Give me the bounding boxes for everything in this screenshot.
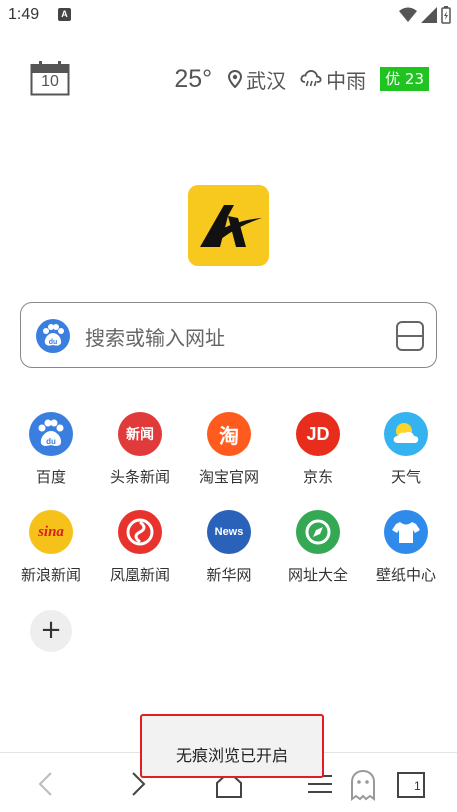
news-icon: 新闻: [118, 412, 162, 456]
shortcut-label: 淘宝官网: [198, 468, 259, 486]
condition-text: 中雨: [326, 68, 367, 93]
shortcut-label: 新浪新闻: [20, 566, 81, 584]
shortcut-xinhua[interactable]: News 新华网: [184, 510, 274, 585]
battery-icon: [441, 6, 451, 24]
baidu-glyph: du: [46, 437, 56, 446]
weather-icon: [384, 412, 428, 456]
sina-icon: sina: [29, 510, 73, 554]
shortcut-label: 网址大全: [287, 566, 348, 584]
taobao-icon: 淘: [207, 412, 251, 456]
weather-widget[interactable]: 25° 武汉 中雨 优 23: [174, 64, 429, 94]
tabs-button[interactable]: 1: [394, 767, 428, 801]
notification-a-icon: A: [58, 8, 71, 21]
calendar-day: 10: [41, 73, 59, 90]
location-pin-icon: [228, 70, 243, 88]
location: 武汉: [228, 65, 286, 94]
logo-a-icon: [200, 205, 262, 247]
shortcut-hao123[interactable]: 网址大全: [273, 510, 363, 585]
back-icon[interactable]: [30, 767, 64, 801]
shortcut-label: 头条新闻: [109, 468, 170, 486]
compass-icon: [296, 510, 340, 554]
status-bar: 1:49 A: [0, 0, 457, 30]
location-name: 武汉: [246, 68, 287, 93]
shortcut-label: 京东: [302, 468, 333, 486]
svg-text:du: du: [49, 339, 58, 346]
weather-condition: 中雨: [300, 65, 366, 94]
temperature: 25°: [174, 64, 213, 93]
aqi-badge: 优 23: [380, 67, 429, 91]
tabs-count: 1: [414, 779, 421, 793]
status-time: 1:49: [8, 6, 40, 23]
rain-cloud-icon: [300, 70, 322, 87]
calendar-button[interactable]: 10: [30, 60, 70, 96]
status-icons: [399, 6, 451, 24]
shortcut-taobao[interactable]: 淘 淘宝官网: [184, 412, 274, 487]
shortcut-jd[interactable]: JD 京东: [273, 412, 363, 487]
signal-icon: [421, 7, 437, 23]
shortcut-label: 天气: [390, 468, 421, 486]
wifi-icon: [399, 7, 417, 22]
shortcut-label: 壁纸中心: [375, 566, 436, 584]
shortcut-label: 百度: [35, 468, 66, 486]
xinhua-icon: News: [207, 510, 251, 554]
jd-icon: JD: [296, 412, 340, 456]
baidu-icon[interactable]: du: [36, 319, 70, 353]
scan-icon[interactable]: [396, 321, 424, 351]
toast-message: 无痕浏览已开启: [175, 746, 288, 765]
search-bar[interactable]: du 搜索或输入网址: [20, 302, 437, 368]
search-input[interactable]: 搜索或输入网址: [85, 322, 225, 351]
shortcut-baidu[interactable]: du 百度: [6, 412, 96, 487]
shortcut-label: 新华网: [206, 566, 252, 584]
tabs-icon: [397, 772, 425, 798]
add-shortcut-button[interactable]: +: [30, 610, 72, 652]
ifeng-icon: [118, 510, 162, 554]
baidu-icon: du: [29, 412, 73, 456]
tshirt-icon: [384, 510, 428, 554]
browser-logo: [188, 185, 269, 266]
shortcut-weather[interactable]: 天气: [361, 412, 451, 487]
incognito-ghost-icon[interactable]: [346, 767, 380, 801]
shortcut-sina[interactable]: sina 新浪新闻: [6, 510, 96, 585]
shortcut-wallpaper[interactable]: 壁纸中心: [361, 510, 451, 585]
shortcut-ifeng[interactable]: 凤凰新闻: [95, 510, 185, 585]
sina-glyph: sina: [38, 523, 64, 540]
shortcut-toutiao[interactable]: 新闻 头条新闻: [95, 412, 185, 487]
shortcut-label: 凤凰新闻: [109, 566, 170, 584]
incognito-toast: 无痕浏览已开启: [140, 714, 324, 778]
